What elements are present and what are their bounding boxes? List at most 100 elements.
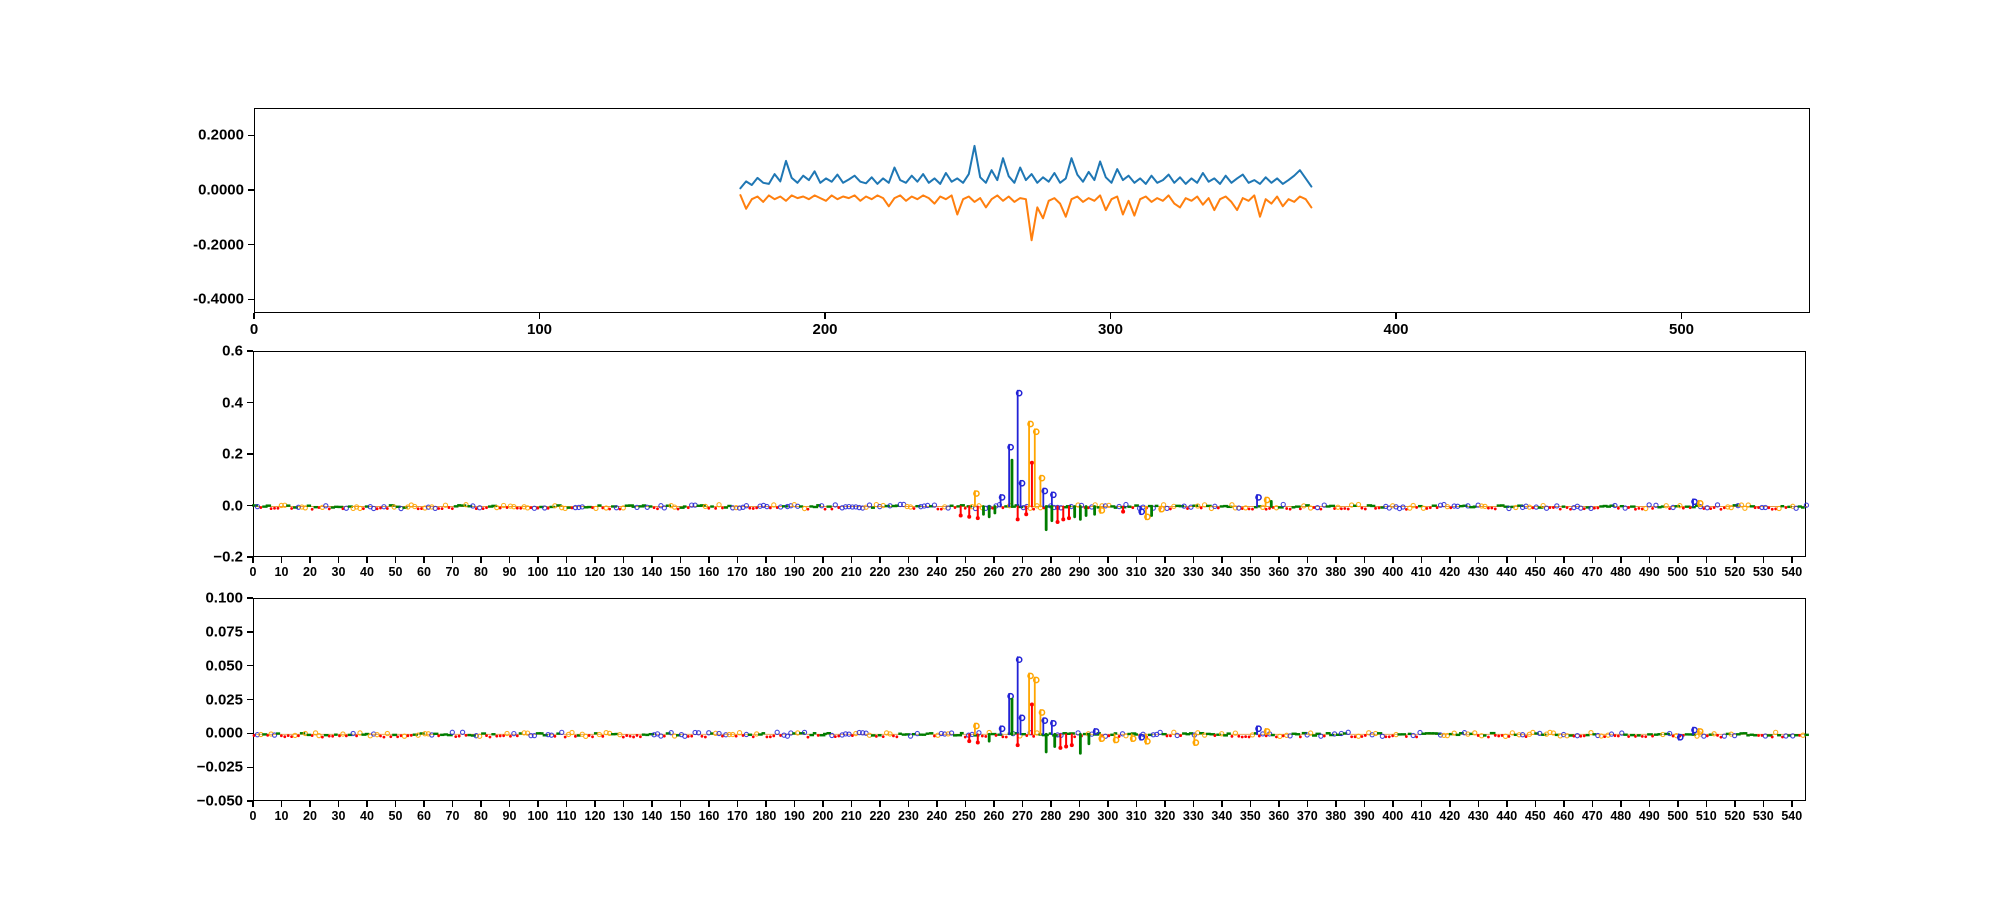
x-tick-label: 160	[698, 809, 720, 823]
x-tick	[1591, 801, 1594, 807]
x-tick-label: 80	[474, 809, 488, 823]
x-tick-label: 10	[274, 565, 289, 579]
x-tick	[1395, 313, 1397, 319]
y-tick-label: 0.050	[205, 657, 243, 675]
x-tick-label: 250	[954, 565, 976, 579]
x-tick-label: 140	[641, 809, 663, 823]
x-tick-label: 400	[1383, 321, 1409, 338]
x-tick	[1477, 557, 1480, 563]
y-tick	[247, 698, 253, 701]
y-tick-label: 0.0000	[198, 181, 244, 199]
x-tick	[252, 557, 254, 563]
x-tick	[1791, 801, 1793, 807]
x-tick-label: 210	[840, 809, 862, 823]
y-tick	[248, 298, 254, 301]
x-tick-label: 380	[1325, 809, 1347, 823]
x-tick-label: 70	[445, 565, 460, 579]
x-tick-label: 320	[1154, 565, 1176, 579]
x-tick-label: 100	[527, 565, 549, 579]
x-tick	[1078, 557, 1081, 563]
x-tick	[1335, 801, 1337, 807]
x-tick-label: 490	[1638, 809, 1660, 823]
spike-layer	[967, 656, 1704, 755]
x-tick-label: 230	[897, 809, 919, 823]
x-tick-label: 90	[502, 565, 517, 579]
y-tick-label: −0.2	[213, 548, 243, 566]
x-tick-label: 420	[1439, 565, 1461, 579]
x-tick	[1363, 557, 1366, 563]
x-tick	[1791, 557, 1793, 563]
y-tick	[247, 631, 253, 633]
x-tick-label: 320	[1154, 809, 1176, 823]
x-tick-label: 0	[249, 565, 257, 579]
x-tick-label: 450	[1524, 565, 1546, 579]
top-plot-canvas	[739, 144, 1313, 242]
x-tick-label: 500	[1669, 321, 1695, 338]
x-tick-label: 530	[1752, 809, 1774, 823]
x-tick	[1221, 557, 1223, 563]
x-tick	[679, 557, 682, 563]
x-tick	[1648, 557, 1651, 563]
x-tick	[280, 801, 283, 807]
x-tick-label: 360	[1268, 809, 1290, 823]
x-tick	[1762, 557, 1765, 563]
x-tick-label: 260	[983, 809, 1005, 823]
x-tick	[1677, 557, 1679, 563]
x-tick	[366, 801, 368, 807]
x-tick	[1506, 801, 1508, 807]
x-tick	[1164, 557, 1166, 563]
x-tick	[736, 557, 739, 563]
x-tick	[1680, 313, 1683, 319]
x-tick-label: 220	[869, 565, 891, 579]
x-tick	[708, 801, 710, 807]
x-tick	[1734, 557, 1736, 563]
x-tick-label: 300	[1097, 321, 1124, 338]
x-tick-label: 390	[1353, 809, 1375, 823]
x-tick	[1449, 557, 1451, 563]
x-tick-label: 20	[303, 565, 317, 579]
x-tick-label: 40	[360, 809, 374, 823]
y-tick-label: 0.100	[205, 589, 243, 607]
x-tick	[565, 557, 568, 563]
x-tick-label: 180	[755, 565, 777, 579]
x-tick-label: 200	[812, 809, 834, 823]
x-tick	[850, 557, 853, 563]
x-tick-label: 110	[556, 565, 577, 579]
x-tick	[1107, 557, 1109, 563]
x-tick	[537, 557, 539, 563]
x-tick	[423, 801, 425, 807]
x-tick-label: 460	[1553, 809, 1575, 823]
x-tick	[1734, 801, 1736, 807]
x-tick	[1107, 801, 1109, 807]
x-tick-label: 100	[527, 809, 549, 823]
x-tick	[822, 557, 824, 563]
x-tick-label: 480	[1610, 565, 1632, 579]
x-tick-label: 440	[1496, 565, 1518, 579]
x-tick-label: 30	[331, 809, 346, 823]
x-tick	[793, 801, 796, 807]
x-tick-label: 270	[1011, 809, 1033, 823]
x-tick-label: 310	[1125, 809, 1147, 823]
x-tick	[1135, 801, 1138, 807]
x-tick-label: 10	[274, 809, 289, 823]
y-tick	[247, 350, 253, 352]
x-tick-label: 350	[1239, 809, 1261, 823]
x-tick	[253, 313, 255, 319]
x-tick	[1021, 801, 1024, 807]
x-tick	[1762, 801, 1765, 807]
x-tick	[879, 557, 881, 563]
x-tick	[309, 801, 311, 807]
x-tick-label: 230	[897, 565, 919, 579]
x-tick-label: 210	[840, 565, 862, 579]
x-tick	[1164, 801, 1166, 807]
x-tick-label: 130	[613, 565, 634, 579]
x-tick	[936, 557, 938, 563]
y-tick	[247, 401, 253, 404]
x-tick-label: 330	[1182, 565, 1204, 579]
x-tick	[1135, 557, 1138, 563]
x-tick-label: 470	[1581, 809, 1603, 823]
x-tick	[622, 557, 625, 563]
x-tick	[793, 557, 796, 563]
x-tick-label: 450	[1524, 809, 1546, 823]
x-tick	[1620, 801, 1622, 807]
